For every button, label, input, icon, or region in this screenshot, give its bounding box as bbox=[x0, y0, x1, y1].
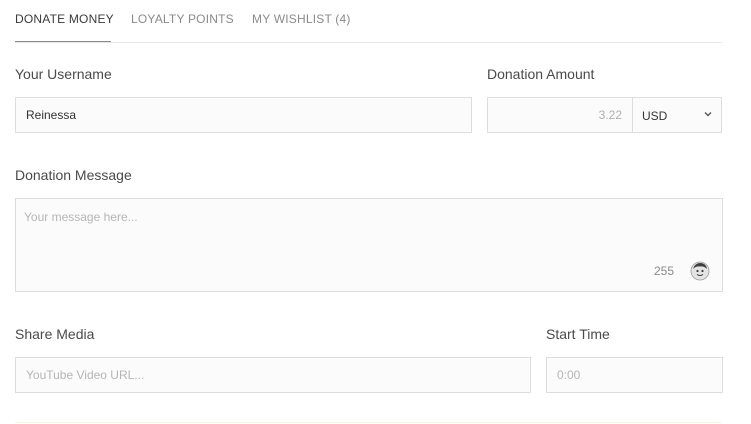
username-input[interactable] bbox=[15, 97, 472, 133]
start-time-input[interactable] bbox=[546, 357, 723, 393]
donation-message-label: Donation Message bbox=[15, 167, 132, 183]
media-url-input[interactable] bbox=[15, 357, 531, 393]
donation-message-textarea[interactable] bbox=[15, 198, 723, 292]
emote-face-icon[interactable] bbox=[690, 261, 710, 281]
tab-my-wishlist[interactable]: MY WISHLIST (4) bbox=[252, 12, 351, 26]
donation-page: DONATE MONEY LOYALTY POINTS MY WISHLIST … bbox=[0, 0, 751, 424]
tab-bar: DONATE MONEY LOYALTY POINTS MY WISHLIST … bbox=[15, 0, 722, 43]
donation-amount-label: Donation Amount bbox=[487, 66, 595, 82]
active-tab-indicator bbox=[15, 41, 111, 42]
section-divider bbox=[15, 422, 722, 423]
chevron-down-icon bbox=[704, 112, 712, 117]
username-label: Your Username bbox=[15, 66, 112, 82]
character-counter: 255 bbox=[654, 264, 675, 278]
donation-amount-input[interactable] bbox=[487, 97, 633, 133]
share-media-label: Share Media bbox=[15, 326, 95, 342]
currency-select[interactable]: USD bbox=[632, 97, 722, 133]
tab-donate-money[interactable]: DONATE MONEY bbox=[15, 12, 114, 26]
currency-value: USD bbox=[642, 109, 668, 123]
start-time-label: Start Time bbox=[546, 326, 610, 342]
tab-loyalty-points[interactable]: LOYALTY POINTS bbox=[131, 12, 234, 26]
